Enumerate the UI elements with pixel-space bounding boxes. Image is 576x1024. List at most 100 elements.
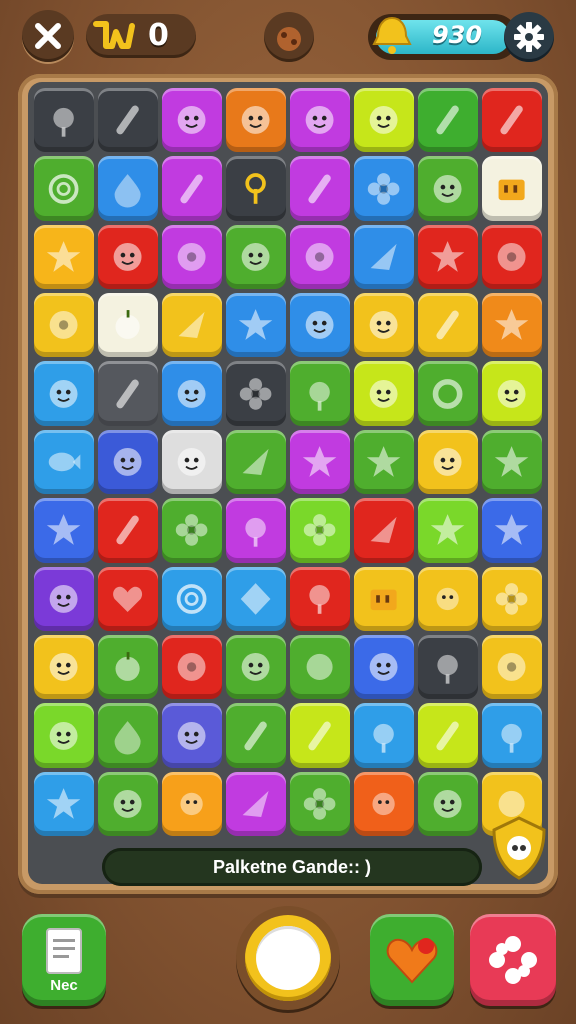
tile[interactable] bbox=[482, 634, 542, 700]
tile[interactable] bbox=[162, 703, 222, 768]
tile[interactable] bbox=[354, 293, 414, 358]
tile[interactable] bbox=[98, 361, 158, 426]
tile[interactable] bbox=[482, 88, 542, 153]
tile[interactable] bbox=[482, 703, 542, 768]
settings-button[interactable] bbox=[504, 12, 554, 62]
tile[interactable] bbox=[354, 224, 414, 290]
tile[interactable] bbox=[34, 634, 94, 700]
tile[interactable] bbox=[290, 771, 350, 836]
tile[interactable] bbox=[98, 771, 158, 836]
tile[interactable] bbox=[418, 156, 478, 221]
tile[interactable] bbox=[354, 566, 414, 631]
tile[interactable] bbox=[162, 224, 222, 290]
tile[interactable] bbox=[418, 224, 478, 290]
tile[interactable] bbox=[290, 361, 350, 426]
tile[interactable] bbox=[162, 566, 222, 631]
tile[interactable] bbox=[482, 498, 542, 563]
face-icon bbox=[50, 584, 78, 613]
tile[interactable] bbox=[418, 498, 478, 563]
tile[interactable] bbox=[354, 361, 414, 426]
tile[interactable] bbox=[354, 156, 414, 221]
tile[interactable] bbox=[354, 634, 414, 700]
shield-icon[interactable] bbox=[490, 814, 548, 882]
tile[interactable] bbox=[418, 361, 478, 426]
tile[interactable] bbox=[34, 361, 94, 426]
tile[interactable] bbox=[162, 771, 222, 836]
tile[interactable] bbox=[34, 224, 94, 290]
tile[interactable] bbox=[34, 703, 94, 768]
tile[interactable] bbox=[34, 293, 94, 358]
tile[interactable] bbox=[34, 156, 94, 221]
tile[interactable] bbox=[226, 566, 286, 631]
tile[interactable] bbox=[418, 566, 478, 631]
tile[interactable] bbox=[354, 703, 414, 768]
tile[interactable] bbox=[482, 224, 542, 290]
tile[interactable] bbox=[226, 293, 286, 358]
candy-icon bbox=[373, 723, 395, 753]
tile[interactable] bbox=[482, 566, 542, 631]
tile[interactable] bbox=[290, 224, 350, 290]
boost-button[interactable] bbox=[370, 914, 454, 1006]
tile[interactable] bbox=[290, 156, 350, 221]
tile[interactable] bbox=[354, 429, 414, 495]
tile[interactable] bbox=[482, 156, 542, 221]
new-game-button[interactable]: Nec bbox=[22, 914, 106, 1006]
tile[interactable] bbox=[226, 498, 286, 563]
tile[interactable] bbox=[98, 566, 158, 631]
swirl-icon bbox=[49, 173, 79, 204]
tile[interactable] bbox=[34, 88, 94, 153]
tile[interactable] bbox=[162, 156, 222, 221]
tile[interactable] bbox=[290, 88, 350, 153]
tile[interactable] bbox=[290, 703, 350, 768]
tile[interactable] bbox=[34, 566, 94, 631]
tile[interactable] bbox=[226, 88, 286, 153]
tile[interactable] bbox=[226, 429, 286, 495]
tile[interactable] bbox=[98, 224, 158, 290]
tile[interactable] bbox=[482, 361, 542, 426]
tile[interactable] bbox=[162, 361, 222, 426]
leaf-icon bbox=[242, 448, 270, 476]
acorn-button[interactable] bbox=[264, 12, 314, 62]
tile[interactable] bbox=[418, 703, 478, 768]
tile[interactable] bbox=[98, 293, 158, 358]
tile[interactable] bbox=[354, 88, 414, 153]
tile[interactable] bbox=[162, 88, 222, 153]
tile[interactable] bbox=[226, 703, 286, 768]
tile[interactable] bbox=[290, 429, 350, 495]
tile[interactable] bbox=[98, 703, 158, 768]
tile[interactable] bbox=[354, 498, 414, 563]
tile[interactable] bbox=[290, 293, 350, 358]
key-icon bbox=[93, 21, 135, 49]
tile[interactable] bbox=[98, 498, 158, 563]
tile[interactable] bbox=[226, 156, 286, 221]
tile[interactable] bbox=[482, 293, 542, 358]
tile[interactable] bbox=[354, 771, 414, 836]
tile[interactable] bbox=[98, 156, 158, 221]
menu-button[interactable] bbox=[470, 914, 556, 1006]
tile[interactable] bbox=[418, 429, 478, 495]
tile[interactable] bbox=[226, 634, 286, 700]
tile[interactable] bbox=[418, 634, 478, 700]
tile[interactable] bbox=[226, 224, 286, 290]
tile[interactable] bbox=[34, 429, 94, 495]
tile[interactable] bbox=[98, 88, 158, 153]
tile[interactable] bbox=[34, 771, 94, 836]
tile[interactable] bbox=[34, 498, 94, 563]
tile[interactable] bbox=[98, 429, 158, 495]
center-action-button[interactable] bbox=[236, 906, 340, 1010]
tile[interactable] bbox=[482, 429, 542, 495]
tile[interactable] bbox=[162, 634, 222, 700]
close-button[interactable] bbox=[22, 10, 74, 62]
tile[interactable] bbox=[290, 498, 350, 563]
tile[interactable] bbox=[162, 429, 222, 495]
tile[interactable] bbox=[162, 498, 222, 563]
tile[interactable] bbox=[98, 634, 158, 700]
tile[interactable] bbox=[162, 293, 222, 358]
tile[interactable] bbox=[418, 88, 478, 153]
tile[interactable] bbox=[290, 634, 350, 700]
tile[interactable] bbox=[226, 771, 286, 836]
tile[interactable] bbox=[418, 293, 478, 358]
tile[interactable] bbox=[226, 361, 286, 426]
tile[interactable] bbox=[290, 566, 350, 631]
tile[interactable] bbox=[418, 771, 478, 836]
